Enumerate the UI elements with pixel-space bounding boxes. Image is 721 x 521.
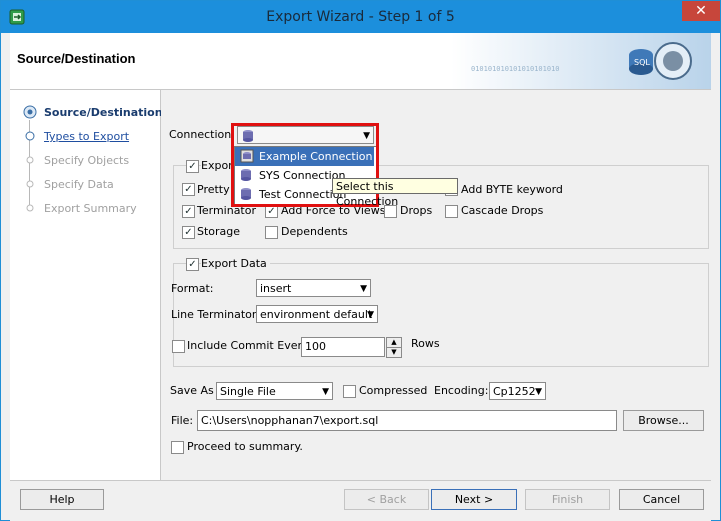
chevron-down-icon: ▼ [360,284,367,294]
page-title: Source/Destination [17,51,136,66]
svg-text:010101010101010101010: 010101010101010101010 [471,65,560,73]
help-button[interactable]: Help [20,489,104,510]
svg-text:SQL: SQL [634,58,650,67]
cascade-drops-checkbox[interactable] [445,205,458,218]
export-data-checkbox[interactable]: ✓ [186,258,199,271]
add-byte-label: Add BYTE keyword [461,183,563,196]
back-button[interactable]: < Back [344,489,429,510]
cascade-drops-label: Cascade Drops [461,204,544,217]
save-as-dropdown[interactable]: Single File ▼ [216,382,333,400]
pretty-checkbox[interactable]: ✓ [182,183,195,196]
rows-label: Rows [411,337,440,350]
save-as-label: Save As [170,384,214,397]
format-label: Format: [171,282,214,295]
export-wizard-window: Export Wizard - Step 1 of 5 ✕ Source/Des… [0,0,721,521]
include-commit-checkbox[interactable] [172,340,185,353]
line-terminator-value: environment default [260,308,373,321]
current-step-icon [23,105,37,119]
compressed-label: Compressed [359,384,428,397]
storage-label: Storage [197,225,241,238]
step-specify-data: Specify Data [44,178,114,191]
step-export-summary: Export Summary [44,202,137,215]
format-dropdown[interactable]: insert ▼ [256,279,371,297]
title-bar: Export Wizard - Step 1 of 5 ✕ [1,1,720,33]
next-button[interactable]: Next > [431,489,517,510]
step-icon [26,204,34,212]
line-terminator-label: Line Terminator: [171,308,260,321]
cancel-button[interactable]: Cancel [619,489,704,510]
save-as-value: Single File [220,385,276,398]
step-source-destination: Source/Destination [44,106,163,119]
line-terminator-dropdown[interactable]: environment default ▼ [256,305,378,323]
dependents-checkbox[interactable] [265,226,278,239]
step-icon [25,131,35,141]
chevron-down-icon: ▼ [535,387,542,397]
spinner-down-icon[interactable]: ▼ [386,347,402,358]
step-specify-objects: Specify Objects [44,154,130,167]
window-title: Export Wizard - Step 1 of 5 [266,9,455,25]
database-banner-icon: 010101010101010101010 SQL [451,33,711,89]
chevron-down-icon: ▼ [367,310,374,320]
steps-panel: Source/Destination Types to Export Speci… [10,90,163,480]
proceed-checkbox[interactable] [171,441,184,454]
file-path-input[interactable]: C:\Users\nopphanan7\export.sql [197,410,617,431]
export-ddl-checkbox[interactable]: ✓ [186,160,199,173]
tooltip: Select this Connection [332,178,458,208]
step-icon [26,180,34,188]
compressed-checkbox[interactable] [343,385,356,398]
terminator-checkbox[interactable]: ✓ [182,205,195,218]
pretty-label: Pretty [197,183,230,196]
finish-button[interactable]: Finish [525,489,610,510]
storage-checkbox[interactable]: ✓ [182,226,195,239]
step-icon [26,156,34,164]
browse-button[interactable]: Browse... [623,410,704,431]
close-icon[interactable]: ✕ [682,1,720,21]
encoding-label: Encoding: [434,384,489,397]
format-value: insert [260,282,292,295]
dependents-label: Dependents [281,225,348,238]
commit-rows-input[interactable]: 100 [301,337,385,357]
step-types-to-export[interactable]: Types to Export [44,130,129,143]
encoding-value: Cp1252 [493,385,536,398]
encoding-dropdown[interactable]: Cp1252 ▼ [489,382,546,400]
export-data-label: Export Data [201,257,270,270]
drops-label: Drops [400,204,433,217]
file-label: File: [171,414,194,427]
chevron-down-icon: ▼ [322,387,329,397]
wizard-header: Source/Destination 010101010101010101010… [10,33,711,90]
proceed-label: Proceed to summary. [187,440,303,453]
include-commit-label: Include Commit Every [187,339,309,352]
connection-label: Connection: [169,128,235,141]
